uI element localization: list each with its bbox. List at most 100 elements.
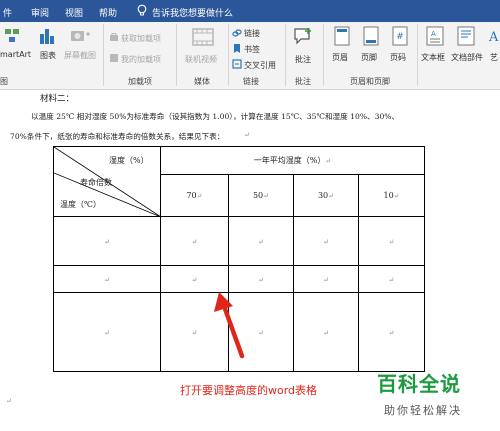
menu-view[interactable]: 视图 [65, 6, 83, 19]
wordart-button[interactable]: 艺 [490, 52, 498, 63]
cell-mark: ↵ [191, 328, 198, 337]
diag-multiple-label: 寿命倍数 [80, 178, 112, 187]
cell-mark: ↵ [258, 237, 264, 246]
document-heading: 材料二： [40, 94, 75, 104]
comment-button[interactable]: 批注 [295, 54, 311, 65]
link-icon [232, 29, 242, 37]
document-parts-icon [457, 26, 475, 46]
smartart-button[interactable]: martArt [0, 50, 31, 59]
cell-mark: ↵ [196, 192, 203, 200]
cell-mark: ↵ [263, 192, 270, 200]
cell-mark: ↵ [104, 328, 110, 337]
header-button[interactable]: 页眉 [332, 52, 348, 63]
screenshot-button[interactable]: 屏幕截图 [64, 50, 96, 61]
menu-review[interactable]: 审阅 [31, 6, 49, 19]
group-illustrations: 图 [0, 77, 8, 86]
document-parts-button[interactable]: 文档部件 [451, 52, 483, 63]
group-comments: 批注 [295, 77, 311, 86]
table-cell[interactable]: ↵ [53, 265, 161, 293]
table-cell[interactable]: ↵ [53, 292, 161, 372]
cell-mark: ↵ [388, 275, 395, 284]
table-header-avg-humidity[interactable]: 一年平均湿度（%）↵ [159, 146, 426, 175]
paragraph-line-1: 以温度 25℃ 相对湿度 50%为标准寿命（设其指数为 1.00），计算在温度 … [31, 112, 400, 121]
menu-bar: 件 审阅 视图 帮助 告诉我您想要做什么 [0, 0, 500, 22]
bookmark-button[interactable]: 书签 [244, 44, 260, 55]
ribbon-separator [228, 24, 229, 86]
humidity-value: 70 [186, 191, 197, 200]
cell-mark: ↵ [325, 157, 332, 165]
ribbon-separator [285, 24, 286, 86]
menu-file[interactable]: 件 [3, 6, 12, 19]
humidity-value: 10 [383, 191, 394, 200]
chart-icon [40, 29, 54, 44]
online-video-icon [192, 28, 214, 46]
cell-mark: ↵ [388, 237, 395, 246]
screenshot-icon [71, 31, 90, 41]
table-cell[interactable]: 50↵ [228, 174, 294, 217]
ribbon-separator [176, 24, 177, 86]
ribbon-separator [103, 24, 104, 86]
cell-mark: ↵ [323, 237, 329, 246]
cell-mark: ↵ [328, 192, 335, 200]
table-cell[interactable]: 10↵ [357, 174, 426, 217]
menu-help[interactable]: 帮助 [99, 6, 117, 19]
online-video-button[interactable]: 联机视频 [185, 54, 217, 65]
diagonal-header-cell[interactable]: 湿度（%） 寿命倍数 温度（℃） [53, 146, 161, 217]
text-box-button[interactable]: 文本框 [421, 52, 445, 63]
my-addins-button[interactable]: 我的加载项 [121, 54, 161, 65]
cell-mark: ↵ [258, 275, 264, 284]
table-cell[interactable]: ↵ [53, 216, 161, 266]
group-header-footer: 页眉和页脚 [350, 77, 390, 86]
ribbon: martArt 图表 屏幕截图 图 获取加载项 我的加载项 加载项 联机视频 媒… [0, 22, 500, 90]
paragraph-mark: ↵ [244, 131, 250, 139]
table-cell[interactable]: ↵ [357, 292, 426, 372]
cell-mark: ↵ [104, 237, 110, 246]
chart-button[interactable]: 图表 [40, 50, 56, 61]
cell-mark: ↵ [191, 275, 198, 284]
table-cell[interactable]: 70↵ [160, 174, 229, 217]
end-paragraph-mark: ↵ [6, 397, 12, 405]
table-cell[interactable]: ↵ [228, 265, 294, 293]
link-button[interactable]: 链接 [244, 28, 260, 39]
table-cell[interactable]: ↵ [293, 216, 359, 266]
table-cell[interactable]: ↵ [160, 265, 229, 293]
annotation-caption: 打开要调整高度的word表格 [180, 384, 318, 397]
cross-reference-icon [232, 59, 242, 69]
get-addins-button[interactable]: 获取加载项 [121, 33, 161, 44]
avg-humidity-label: 一年平均湿度（%） [253, 156, 326, 165]
group-links: 链接 [243, 77, 259, 86]
text-box-icon: A [426, 26, 444, 46]
store-icon [110, 33, 118, 41]
table-cell[interactable]: 30↵ [293, 174, 359, 217]
svg-text:A: A [488, 30, 499, 44]
table-cell[interactable]: ↵ [357, 265, 426, 293]
new-comment-icon [294, 28, 311, 45]
document-page: 材料二： 以温度 25℃ 相对湿度 50%为标准寿命（设其指数为 1.00），计… [0, 90, 500, 431]
table-cell[interactable]: ↵ [160, 216, 229, 266]
paragraph-line-2: 70%条件下，纸张的寿命和标准寿命的倍数关系，结果见下表： [10, 132, 225, 141]
table-cell[interactable]: ↵ [293, 265, 359, 293]
lightbulb-icon [137, 4, 147, 16]
watermark-slogan: 助你轻松解决 [384, 404, 462, 417]
page-number-icon: # [392, 26, 408, 46]
group-addins: 加载项 [128, 77, 152, 86]
cell-mark: ↵ [191, 237, 198, 246]
group-media: 媒体 [194, 77, 210, 86]
page-number-button[interactable]: 页码 [390, 52, 406, 63]
cross-reference-button[interactable]: 交叉引用 [244, 60, 276, 71]
table-cell[interactable]: ↵ [357, 216, 426, 266]
table-cell[interactable]: ↵ [293, 292, 359, 372]
humidity-value: 30 [317, 191, 329, 200]
cell-mark: ↵ [258, 328, 264, 337]
cell-mark: ↵ [393, 192, 400, 200]
footer-icon [363, 26, 379, 46]
wordart-icon: A [488, 30, 499, 44]
diag-temp-label: 温度（℃） [60, 200, 101, 209]
table-cell[interactable]: ↵ [228, 216, 294, 266]
header-icon [334, 26, 350, 46]
watermark-brand: 百科全说 [377, 372, 461, 396]
tell-me-search[interactable]: 告诉我您想要做什么 [152, 6, 233, 19]
cell-mark: ↵ [388, 328, 395, 337]
footer-button[interactable]: 页脚 [361, 52, 377, 63]
cell-mark: ↵ [104, 275, 110, 284]
